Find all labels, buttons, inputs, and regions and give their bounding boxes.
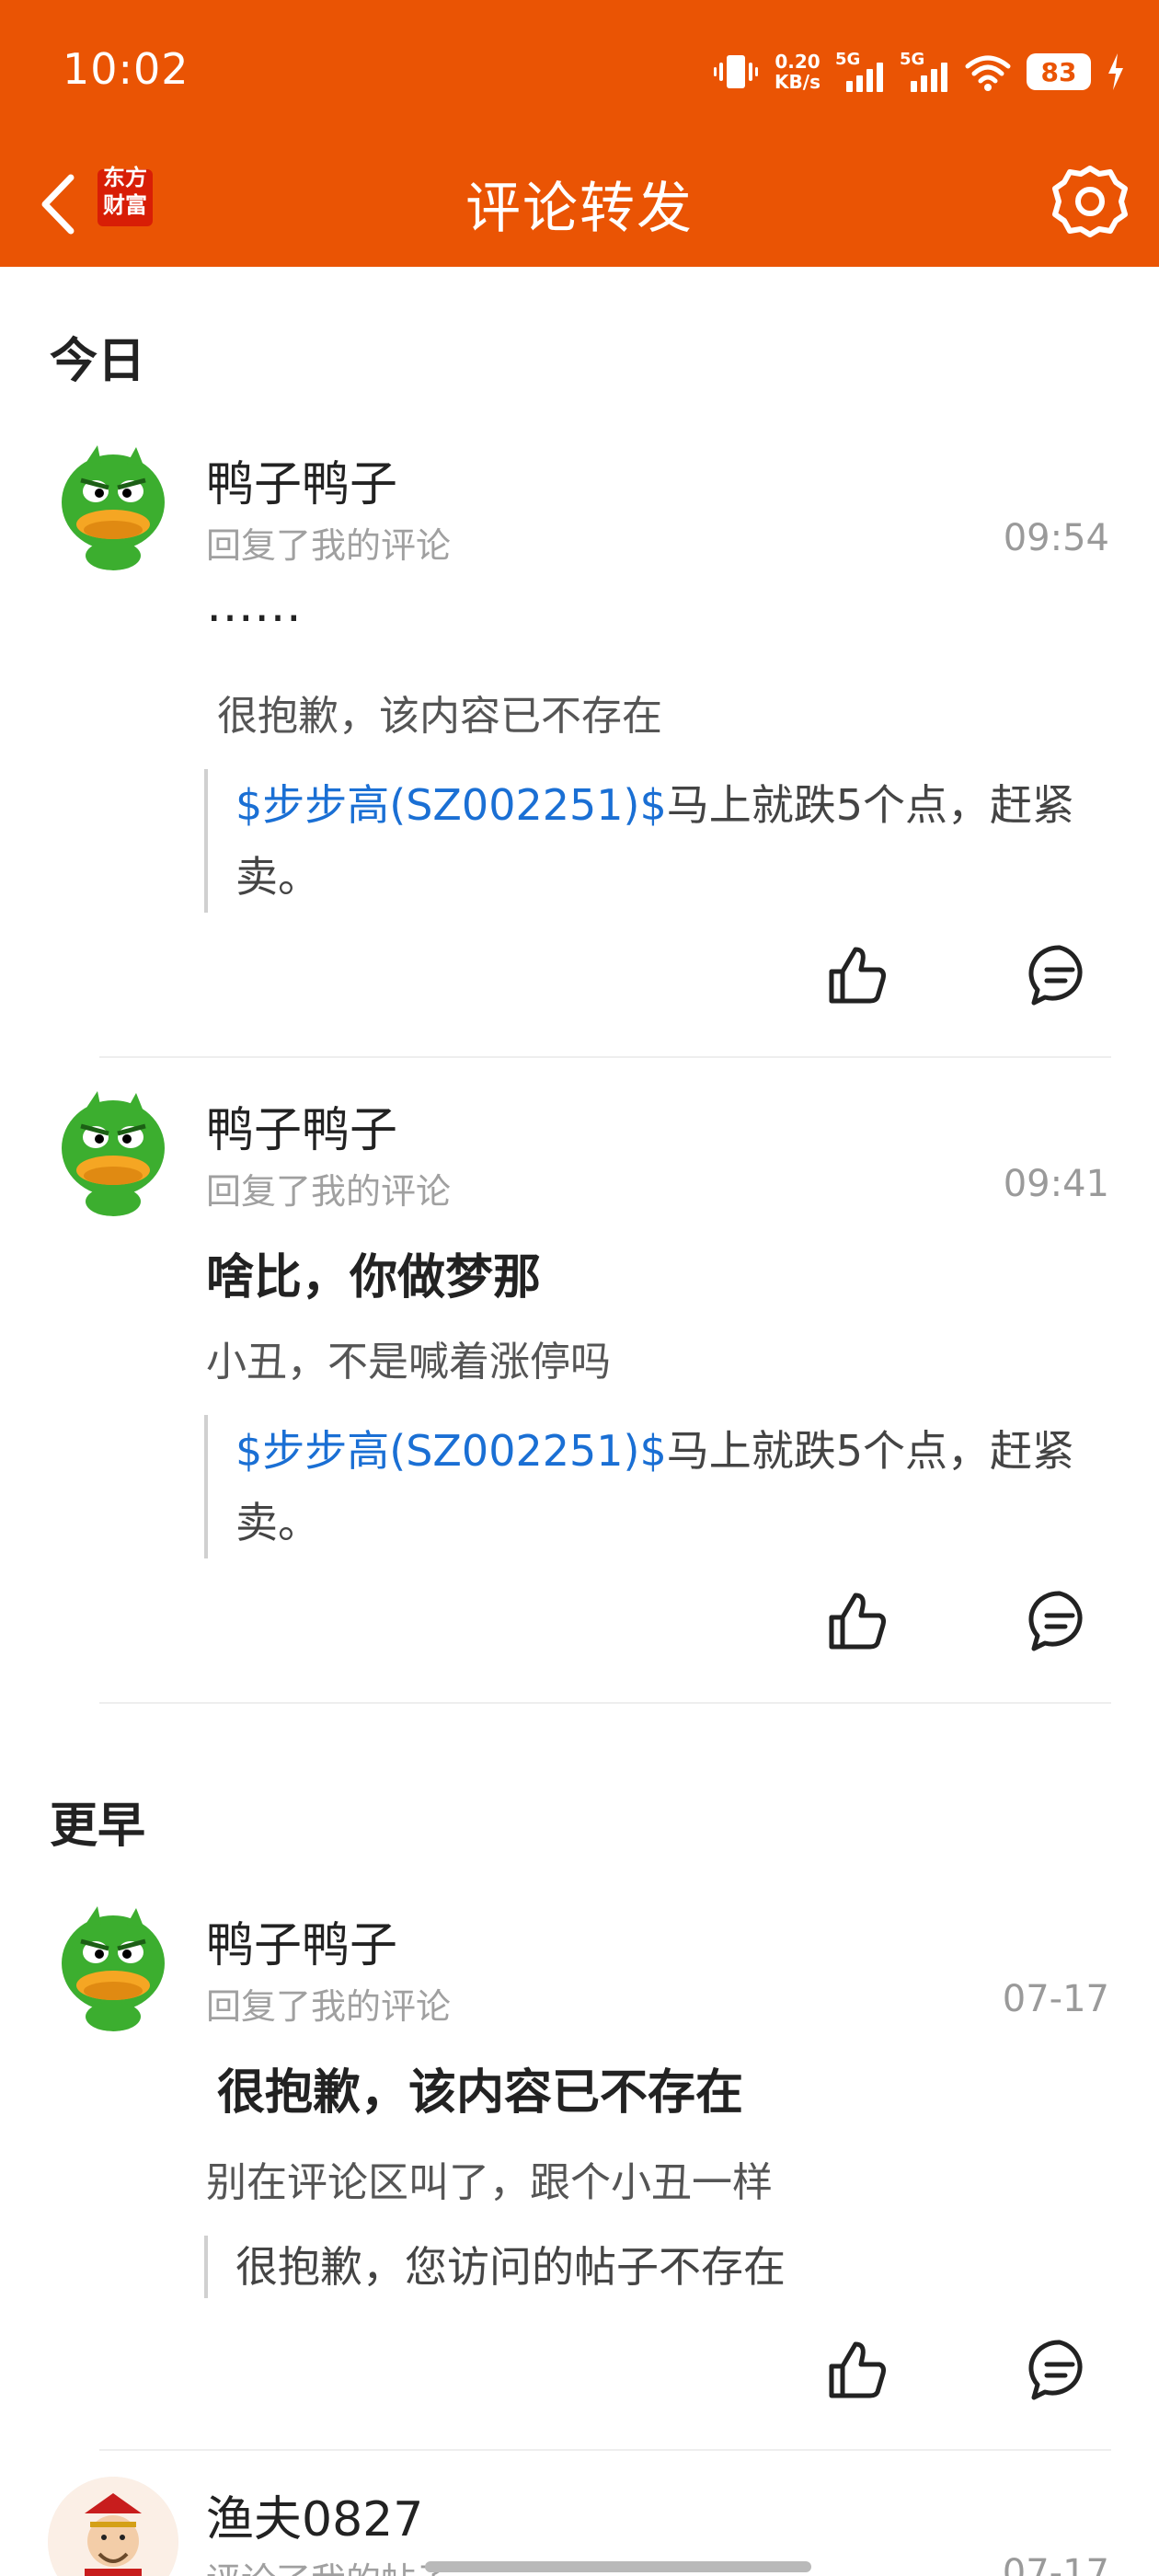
network-speed: 0.20 KB/s	[775, 52, 820, 92]
quoted-post[interactable]: $步步高(SZ002251)$马上就跌5个点，赶紧 卖。	[204, 769, 1115, 913]
network-speed-value: 0.20	[775, 51, 820, 73]
battery-level: 83	[1027, 53, 1091, 90]
avatar[interactable]	[48, 1901, 178, 2031]
my-comment-text: 很抱歉，该内容已不存在	[217, 693, 662, 740]
comment-icon	[1028, 1591, 1083, 1651]
timestamp: 07-17	[1002, 1978, 1109, 2020]
logo-line-2: 财富	[103, 192, 147, 218]
reply-button[interactable]	[1027, 942, 1093, 1008]
quote-text-continued: 卖。	[235, 852, 320, 902]
settings-button[interactable]	[1049, 160, 1131, 243]
divider	[99, 2449, 1111, 2451]
network-type-2: 5G	[900, 50, 925, 69]
like-button[interactable]	[824, 1588, 890, 1654]
status-icons: 0.20 KB/s 5G 5G 83	[712, 44, 1126, 99]
logo-line-1: 东方	[103, 165, 147, 190]
username[interactable]: 渔夫0827	[206, 2480, 423, 2549]
username[interactable]: 鸭子鸭子	[206, 1091, 397, 1160]
quote-text: 马上就跌5个点，赶紧	[666, 780, 1075, 830]
my-comment-text: 别在评论区叫了，跟个小丑一样	[206, 2159, 773, 2206]
stock-link[interactable]: $步步高(SZ002251)$	[235, 1426, 667, 1476]
duck-avatar-icon	[48, 440, 178, 570]
avatar[interactable]	[48, 2477, 178, 2576]
quote-text-continued: 卖。	[235, 1498, 320, 1547]
fortune-god-avatar-icon	[48, 2477, 178, 2576]
comment-icon	[1028, 2340, 1083, 2400]
comment-icon	[1028, 945, 1083, 1006]
my-comment-text: 小丑，不是喊着涨停吗	[206, 1339, 611, 1386]
thumbs-up-icon	[829, 1593, 886, 1650]
section-title-earlier: 更早	[50, 1799, 146, 1854]
page-title: 评论转发	[465, 177, 694, 241]
divider	[99, 1702, 1111, 1704]
avatar[interactable]	[48, 440, 178, 570]
network-speed-unit: KB/s	[775, 71, 820, 93]
thumbs-up-icon	[829, 947, 886, 1004]
duck-avatar-icon	[48, 1901, 178, 2031]
stock-link[interactable]: $步步高(SZ002251)$	[235, 780, 667, 830]
reply-button[interactable]	[1027, 1588, 1093, 1654]
cell-signal-2-icon: 5G	[900, 50, 949, 92]
quote-text: 马上就跌5个点，赶紧	[666, 1426, 1075, 1476]
notification-item[interactable]: 鸭子鸭子 回复了我的评论 07-17 很抱歉，该内容已不存在 别在评论区叫了，跟…	[0, 1901, 1159, 2453]
wifi-icon	[965, 55, 1011, 91]
vibrate-icon	[714, 55, 759, 88]
quoted-post[interactable]: $步步高(SZ002251)$马上就跌5个点，赶紧 卖。	[204, 1415, 1115, 1558]
app-header: 东方 财富 评论转发	[0, 147, 1159, 267]
network-type-1: 5G	[835, 50, 861, 69]
divider	[99, 1056, 1111, 1058]
notification-item[interactable]: 鸭子鸭子 回复了我的评论 09:54 …… 很抱歉，该内容已不存在 $步步高(S…	[0, 440, 1159, 1056]
charging-icon	[1108, 53, 1123, 90]
gear-icon	[1052, 166, 1128, 237]
timestamp: 09:41	[1003, 1163, 1109, 1205]
reply-text: 啥比，你做梦那	[206, 1250, 542, 1305]
timestamp: 09:54	[1003, 517, 1109, 559]
avatar[interactable]	[48, 1086, 178, 1216]
username[interactable]: 鸭子鸭子	[206, 445, 397, 514]
top-bar: 10:02 0.20 KB/s 5G 5G 83 东方 财富 评论转发	[0, 0, 1159, 267]
like-button[interactable]	[824, 942, 890, 1008]
notification-item[interactable]: 鸭子鸭子 回复了我的评论 09:41 啥比，你做梦那 小丑，不是喊着涨停吗 $步…	[0, 1086, 1159, 1702]
cell-signal-1-icon: 5G	[835, 50, 885, 92]
action-text: 回复了我的评论	[206, 1986, 452, 2027]
action-text: 回复了我的评论	[206, 1171, 452, 1212]
status-time: 10:02	[63, 44, 189, 94]
like-button[interactable]	[824, 2337, 890, 2403]
username[interactable]: 鸭子鸭子	[206, 1906, 397, 1975]
home-indicator[interactable]	[425, 2561, 811, 2572]
quote-text: 很抱歉，您访问的帖子不存在	[235, 2242, 786, 2292]
quoted-post[interactable]: 很抱歉，您访问的帖子不存在	[204, 2236, 1115, 2298]
action-text: 回复了我的评论	[206, 525, 452, 566]
thumbs-up-icon	[829, 2341, 886, 2398]
action-text: 评论了我的帖子	[206, 2552, 451, 2576]
section-title-today: 今日	[50, 334, 146, 389]
reply-text: ……	[206, 578, 302, 633]
timestamp: 07-17	[1002, 2552, 1109, 2576]
duck-avatar-icon	[48, 1086, 178, 1216]
reply-button[interactable]	[1027, 2337, 1093, 2403]
reply-text: 很抱歉，该内容已不存在	[217, 2065, 744, 2121]
